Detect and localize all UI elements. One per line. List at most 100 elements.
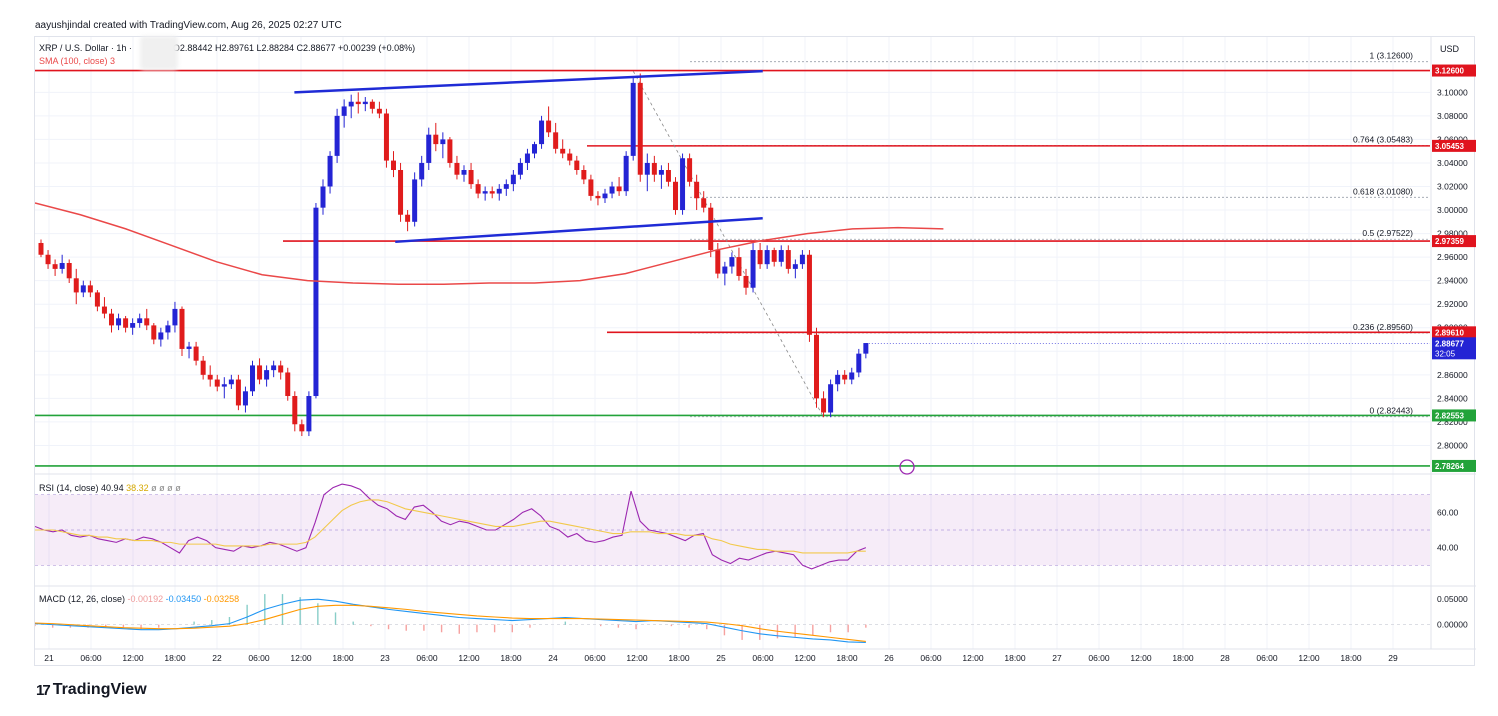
y-tick-label: 2.96000: [1437, 252, 1468, 262]
x-tick-label: 18:00: [1340, 653, 1362, 663]
logo-text: TradingView: [52, 681, 147, 698]
candle-body: [757, 250, 763, 265]
x-tick-label: 18:00: [332, 653, 354, 663]
x-tick-label: 18:00: [1172, 653, 1194, 663]
candle-body: [595, 195, 601, 199]
countdown-label: 32:05: [1435, 349, 1456, 358]
price-level-tag-label: 3.05453: [1435, 142, 1464, 151]
x-tick-label: 12:00: [290, 653, 312, 663]
price-level-tag-label: 3.12600: [1435, 67, 1464, 76]
candle-body: [828, 384, 834, 413]
candle-body: [235, 379, 241, 406]
candle-body: [785, 250, 791, 269]
x-tick-label: 18:00: [836, 653, 858, 663]
current-price-label: 2.88677: [1435, 339, 1464, 348]
candle-body: [179, 308, 185, 349]
candle-body: [94, 292, 100, 307]
rsi-extra-4: ø: [175, 483, 181, 493]
candle-body: [348, 101, 354, 107]
sma-legend: SMA (100, close) 3: [39, 56, 115, 66]
candle-body: [355, 101, 361, 105]
candle-body: [116, 318, 122, 326]
price-level-tag-label: 2.82553: [1435, 411, 1464, 420]
candle-body: [539, 120, 545, 145]
candle-body: [623, 155, 629, 192]
replay-icon: [899, 459, 915, 475]
x-tick-label: 12:00: [1130, 653, 1152, 663]
candle-body: [680, 158, 686, 211]
candle-body: [405, 214, 411, 222]
signal-line: [35, 604, 866, 642]
x-tick-label: 18:00: [500, 653, 522, 663]
candle-body: [687, 158, 693, 182]
ohlc-label: O2.88442 H2.89761 L2.88284 C2.88677 +0.0…: [172, 43, 416, 53]
x-tick-label: 29: [1388, 653, 1398, 663]
header-info: XRP / U.S. Dollar · 1h · O2.88442 H2.897…: [39, 43, 415, 53]
rsi-extra-2: ø: [159, 483, 165, 493]
candle-body: [821, 398, 827, 413]
candle-body: [764, 250, 770, 265]
symbol-label: XRP / U.S. Dollar · 1h ·: [39, 43, 132, 53]
x-tick-label: 06:00: [248, 653, 270, 663]
candle-body: [729, 257, 735, 267]
x-tick-label: 28: [1220, 653, 1230, 663]
candle-body: [849, 372, 855, 380]
chart-frame[interactable]: 21 06:00 12:00 18:00 22 06:00 12:00 18:00 23 06:0…: [34, 36, 1476, 667]
candle-body: [257, 365, 263, 380]
candle-body: [461, 170, 467, 175]
candle-body: [158, 332, 164, 340]
chart-canvas[interactable]: 21 06:00 12:00 18:00 22 06:00 12:00 18:00 23 06:0…: [35, 37, 1476, 667]
candle-body: [200, 360, 206, 375]
candle-body: [475, 184, 481, 194]
candle-body: [412, 179, 418, 222]
candle-body: [341, 106, 347, 116]
fib-level-label: 0 (2.82443): [1370, 406, 1414, 416]
x-tick-label: 12:00: [122, 653, 144, 663]
rsi-tick-label: 60.00: [1437, 507, 1459, 517]
macd-tick-label: 0.00000: [1437, 620, 1468, 630]
x-tick-label: 27: [1052, 653, 1062, 663]
y-tick-label: 3.04000: [1437, 158, 1468, 168]
x-tick-label: 12:00: [962, 653, 984, 663]
y-tick-label: 3.08000: [1437, 111, 1468, 121]
candle-body: [419, 162, 425, 180]
upper-trendline: [294, 69, 763, 94]
rsi-title: RSI (14, close): [39, 483, 99, 493]
candle-body: [715, 250, 721, 274]
currency-label: USD: [1440, 44, 1460, 54]
macd-line: [35, 598, 866, 644]
candle-body: [651, 162, 657, 175]
x-tick-label: 22: [212, 653, 222, 663]
candle-body: [750, 250, 756, 288]
candle-body: [602, 193, 608, 199]
candle-body: [856, 353, 862, 373]
x-tick-label: 23: [380, 653, 390, 663]
candle-body: [221, 384, 227, 387]
candle-body: [630, 82, 636, 156]
candle-body: [517, 162, 523, 175]
candle-body: [398, 170, 404, 215]
candle-body: [264, 370, 270, 380]
candle-body: [362, 101, 368, 105]
candle-body: [80, 285, 86, 293]
candle-body: [567, 153, 573, 161]
macd-tick-label: 0.05000: [1437, 594, 1468, 604]
candle-body: [637, 82, 643, 175]
candle-body: [334, 115, 340, 156]
x-tick-label: 21: [44, 653, 54, 663]
candle-body: [144, 318, 150, 326]
x-tick-label: 12:00: [1298, 653, 1320, 663]
x-tick-label: 18:00: [1004, 653, 1026, 663]
fib-level-label: 0.236 (2.89560): [1353, 322, 1413, 332]
candle-body: [532, 144, 537, 154]
candle-body: [376, 108, 382, 114]
x-tick-label: 12:00: [794, 653, 816, 663]
y-tick-label: 2.84000: [1437, 393, 1468, 403]
candle-body: [806, 254, 812, 335]
candle-body: [574, 160, 580, 171]
lower-trendline: [395, 217, 763, 244]
candle-body: [383, 113, 389, 161]
candle-body: [228, 379, 234, 385]
sma-label: SMA (100, close): [39, 56, 108, 66]
y-tick-label: 2.86000: [1437, 370, 1468, 380]
